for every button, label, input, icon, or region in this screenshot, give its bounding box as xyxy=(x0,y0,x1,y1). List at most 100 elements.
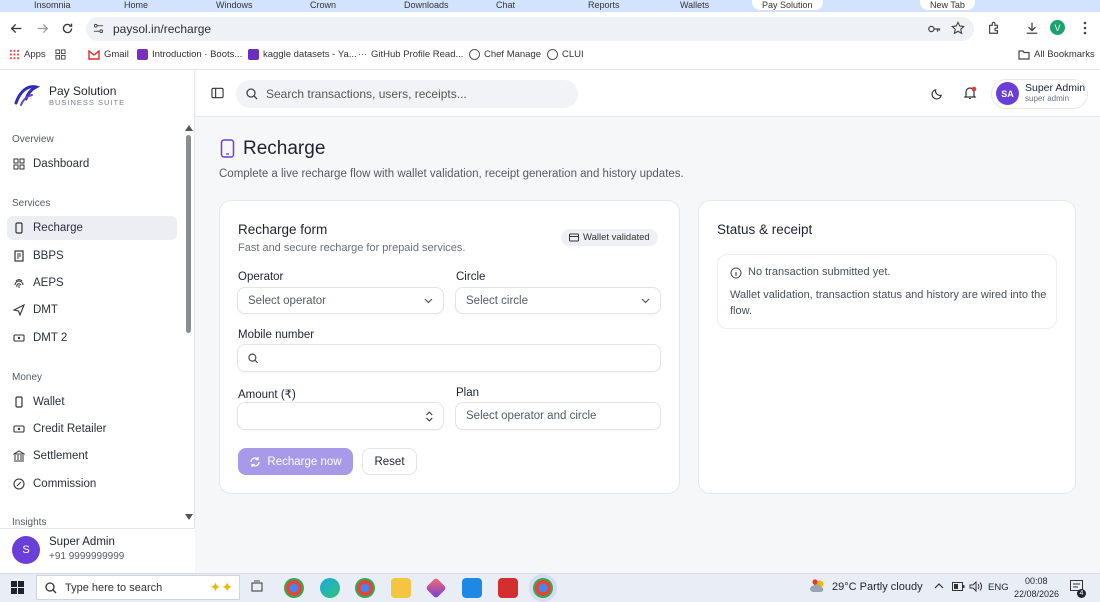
browser-tab[interactable]: Downloads xyxy=(404,0,449,10)
bookmark-kaggle[interactable]: kaggle datasets - Ya... xyxy=(248,49,357,60)
windows-start-icon[interactable] xyxy=(11,581,24,594)
apps-grid-icon xyxy=(9,49,20,60)
bookmark-clui[interactable]: CLUI xyxy=(547,49,584,60)
tab-groups-icon[interactable] xyxy=(55,49,66,60)
bookmark-chef[interactable]: Chef Manage xyxy=(469,49,541,60)
browser-tab[interactable]: Reports xyxy=(588,0,620,10)
recharge-now-button[interactable]: Recharge now xyxy=(238,448,353,475)
badge-label: Wallet validated xyxy=(583,232,650,243)
back-icon[interactable] xyxy=(10,22,23,35)
browser-menu-icon[interactable] xyxy=(1083,21,1087,35)
browser-tab[interactable]: Chat xyxy=(496,0,515,10)
sidebar-item-dmt2[interactable]: DMT 2 xyxy=(7,326,177,350)
forward-icon[interactable] xyxy=(36,22,49,35)
recharge-form-subtitle: Fast and secure recharge for prepaid ser… xyxy=(238,242,466,254)
bookmark-bootstrap[interactable]: Introduction · Boots... xyxy=(137,49,242,60)
plan-field[interactable]: Select operator and circle xyxy=(455,402,661,430)
github-icon: ⋯ xyxy=(358,49,367,59)
sidebar-item-bbps[interactable]: BBPS xyxy=(7,244,177,268)
sidebar-toggle-icon[interactable] xyxy=(211,87,224,99)
operator-select-value: Select operator xyxy=(248,294,326,307)
bookmark-label: kaggle datasets - Ya... xyxy=(263,49,357,60)
battery-icon[interactable] xyxy=(952,582,965,591)
site-settings-icon[interactable] xyxy=(93,23,104,34)
chrome-icon[interactable] xyxy=(355,578,375,598)
sidebar-item-dmt[interactable]: DMT xyxy=(7,298,177,322)
file-explorer-icon[interactable] xyxy=(391,578,411,598)
status-title: Status & receipt xyxy=(717,222,813,237)
amount-input[interactable] xyxy=(248,410,427,422)
taskbar-search[interactable]: Type here to search ✦✦ xyxy=(36,575,240,600)
chevron-up-icon[interactable] xyxy=(934,582,944,589)
stepper-arrows-icon[interactable] xyxy=(426,410,433,422)
section-label-insights: Insights xyxy=(12,517,47,527)
sidebar-item-wallet[interactable]: Wallet xyxy=(7,390,177,414)
send-icon xyxy=(13,304,25,316)
bookmark-star-icon[interactable] xyxy=(951,21,965,35)
extensions-icon[interactable] xyxy=(987,21,1001,35)
browser-tab[interactable]: New Tab xyxy=(920,0,975,10)
receipt-icon xyxy=(14,250,24,262)
section-label-services: Services xyxy=(12,198,51,209)
browser-profile-avatar[interactable]: V xyxy=(1050,20,1065,35)
reload-icon[interactable] xyxy=(61,22,74,35)
global-search[interactable] xyxy=(236,80,578,108)
bookmark-gmail[interactable]: Gmail xyxy=(88,49,129,60)
sidebar-item-credit-retailer[interactable]: Credit Retailer xyxy=(7,417,177,441)
reset-button[interactable]: Reset xyxy=(362,448,417,475)
download-icon[interactable] xyxy=(1025,21,1039,35)
sidebar-item-label: Dashboard xyxy=(33,158,90,170)
bootstrap-icon xyxy=(137,49,148,60)
sidebar-item-dashboard[interactable]: Dashboard xyxy=(7,152,177,176)
chrome-icon[interactable] xyxy=(284,578,304,598)
mobile-input[interactable] xyxy=(266,352,650,364)
scroll-up-icon[interactable] xyxy=(185,125,193,131)
recharge-form-title: Recharge form xyxy=(238,222,328,237)
notification-bell-icon[interactable] xyxy=(963,86,977,100)
operator-select[interactable]: Select operator xyxy=(237,287,444,314)
browser-tab[interactable]: Home xyxy=(124,0,148,10)
scroll-down-icon[interactable] xyxy=(185,514,193,520)
bookmark-apps[interactable]: Apps xyxy=(9,49,46,60)
circle-select[interactable]: Select circle xyxy=(455,287,661,314)
clock-date[interactable]: 22/08/2026 xyxy=(1014,589,1059,599)
edge-icon[interactable] xyxy=(320,578,340,598)
password-key-icon[interactable] xyxy=(927,22,941,36)
search-input[interactable] xyxy=(266,87,566,101)
phone-icon xyxy=(220,139,235,158)
weather-text[interactable]: 29°C Partly cloudy xyxy=(832,581,923,593)
browser-tab[interactable]: Windows xyxy=(216,0,253,10)
sidebar-item-recharge[interactable]: Recharge xyxy=(7,216,177,240)
operator-label: Operator xyxy=(238,271,284,283)
sidebar-item-label: BBPS xyxy=(33,250,64,262)
dashboard-icon xyxy=(13,158,25,170)
amount-stepper[interactable] xyxy=(237,402,444,430)
sidebar-scrollbar[interactable] xyxy=(186,135,191,333)
volume-icon[interactable] xyxy=(969,581,982,592)
language-indicator[interactable]: ENG xyxy=(988,582,1009,593)
wps-icon[interactable] xyxy=(498,578,518,598)
browser-tab[interactable]: Crown xyxy=(310,0,336,10)
chrome-icon-active[interactable] xyxy=(533,578,553,598)
all-bookmarks[interactable]: All Bookmarks xyxy=(1018,49,1095,60)
vscode-icon[interactable] xyxy=(462,578,482,598)
url-text[interactable]: paysol.in/recharge xyxy=(113,22,211,36)
browser-tab[interactable]: Wallets xyxy=(680,0,709,10)
bookmark-github[interactable]: ⋯ GitHub Profile Read... xyxy=(358,49,463,60)
sidebar-item-commission[interactable]: Commission xyxy=(7,472,177,496)
status-receipt-card xyxy=(698,200,1076,494)
weather-icon[interactable] xyxy=(810,579,826,594)
browser-tab[interactable]: Insomnia xyxy=(34,0,71,10)
address-bar[interactable] xyxy=(86,17,974,41)
search-icon xyxy=(246,88,258,100)
bookmark-label: Chef Manage xyxy=(484,49,542,60)
clock-time[interactable]: 00:08 xyxy=(1025,576,1048,586)
sidebar-item-settlement[interactable]: Settlement xyxy=(7,444,177,468)
mobile-field[interactable] xyxy=(237,344,661,372)
browser-tab-active[interactable]: Pay Solution xyxy=(752,0,823,10)
task-view-icon[interactable] xyxy=(250,580,264,594)
bookmark-label: All Bookmarks xyxy=(1034,49,1095,60)
sparkle-icon: ✦✦ xyxy=(209,579,233,595)
sidebar-item-aeps[interactable]: AEPS xyxy=(7,271,177,295)
dark-mode-icon[interactable] xyxy=(931,87,944,100)
